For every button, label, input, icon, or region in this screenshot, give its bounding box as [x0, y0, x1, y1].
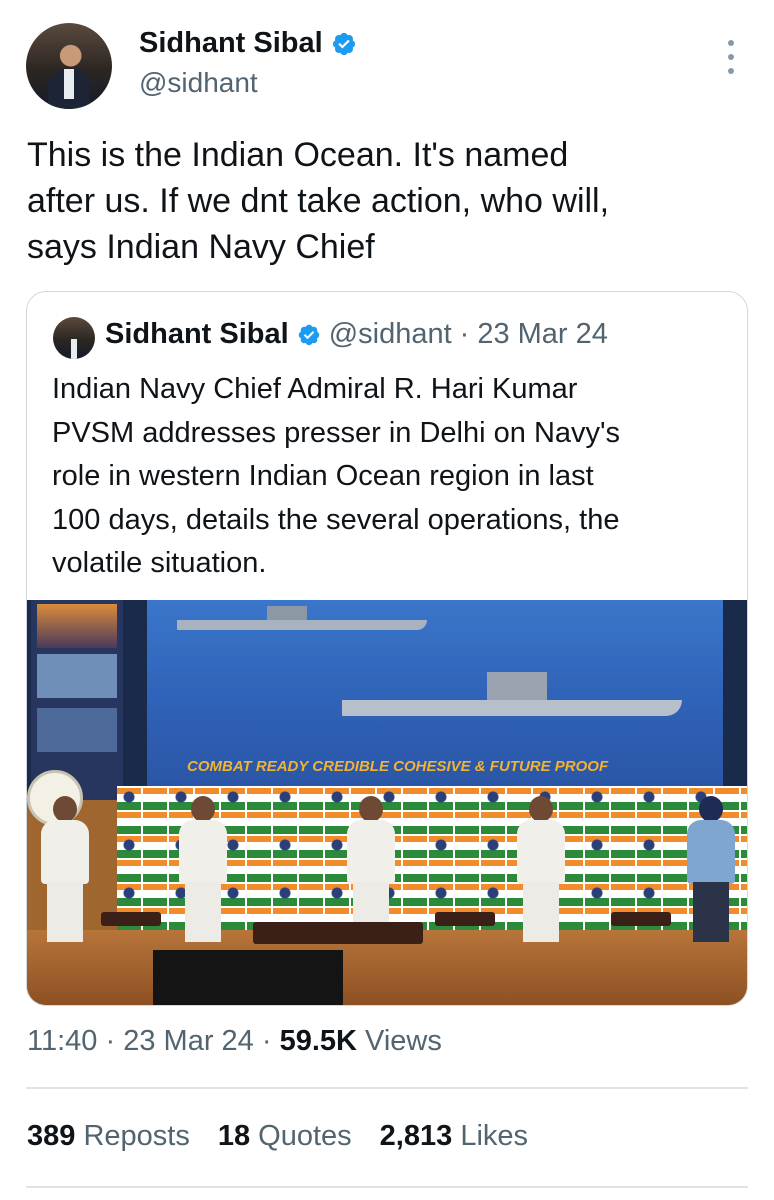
divider	[26, 1087, 748, 1089]
quoted-text-line: PVSM addresses presser in Delhi on Navy'…	[52, 416, 621, 449]
likes-stat[interactable]: 2,813 Likes	[380, 1120, 528, 1153]
views-label: Views	[365, 1025, 442, 1057]
likes-label: Likes	[460, 1120, 529, 1152]
quoted-text-line: 100 days, details the several operations…	[52, 503, 620, 536]
quotes-label: Quotes	[258, 1120, 352, 1152]
divider	[26, 1186, 748, 1188]
views-count: 59.5K	[279, 1025, 357, 1057]
quoted-text-line: volatile situation.	[52, 547, 267, 579]
quoted-tweet-text: Indian Navy Chief Admiral R. Hari Kumar …	[52, 368, 732, 586]
verified-badge-icon	[298, 324, 319, 345]
image-banner-text: COMBAT READY CREDIBLE COHESIVE & FUTURE …	[187, 758, 609, 775]
meta-separator: ·	[261, 1025, 272, 1057]
tweet-text: This is the Indian Ocean. It's named aft…	[27, 132, 747, 270]
reposts-count: 389	[27, 1120, 76, 1152]
quoted-author-name: Sidhant Sibal	[105, 318, 289, 350]
author-name[interactable]: Sidhant Sibal	[139, 27, 357, 60]
quoted-separator: ·	[459, 318, 470, 350]
tweet-text-line: after us. If we dnt take action, who wil…	[27, 182, 610, 220]
verified-badge-icon	[332, 32, 355, 55]
tweet-timestamp[interactable]: 11:40 · 23 Mar 24 · 59.5K Views	[27, 1025, 442, 1058]
quoted-tweet[interactable]: Sidhant Sibal @sidhant · 23 Mar 24 India…	[26, 291, 748, 1006]
tweet-date: 23 Mar 24	[123, 1025, 254, 1057]
author-name-text: Sidhant Sibal	[139, 27, 323, 59]
quotes-count: 18	[217, 1120, 251, 1152]
engagement-stats: 389 Reposts 18 Quotes 2,813 Likes	[27, 1120, 528, 1153]
likes-count: 2,813	[379, 1120, 453, 1152]
tweet-text-line: This is the Indian Ocean. It's named	[27, 136, 569, 174]
quotes-stat[interactable]: 18 Quotes	[218, 1120, 352, 1153]
quoted-tweet-image[interactable]: COMBAT READY CREDIBLE COHESIVE & FUTURE …	[27, 600, 747, 1005]
reposts-stat[interactable]: 389 Reposts	[27, 1120, 190, 1153]
quoted-text-line: role in western Indian Ocean region in l…	[52, 460, 594, 492]
quoted-date: 23 Mar 24	[477, 318, 608, 350]
reposts-label: Reposts	[83, 1120, 190, 1152]
quoted-author-handle: @sidhant	[328, 318, 452, 350]
quoted-text-line: Indian Navy Chief Admiral R. Hari Kumar	[52, 373, 578, 405]
tweet-text-line: says Indian Navy Chief	[27, 228, 375, 266]
quoted-author-avatar	[53, 317, 95, 359]
tweet-time: 11:40	[27, 1025, 98, 1057]
meta-separator: ·	[105, 1025, 116, 1057]
author-avatar[interactable]	[26, 23, 112, 109]
quoted-tweet-header: Sidhant Sibal @sidhant · 23 Mar 24	[105, 318, 608, 351]
more-options-icon[interactable]	[722, 40, 740, 74]
author-handle[interactable]: @sidhant	[139, 67, 258, 99]
